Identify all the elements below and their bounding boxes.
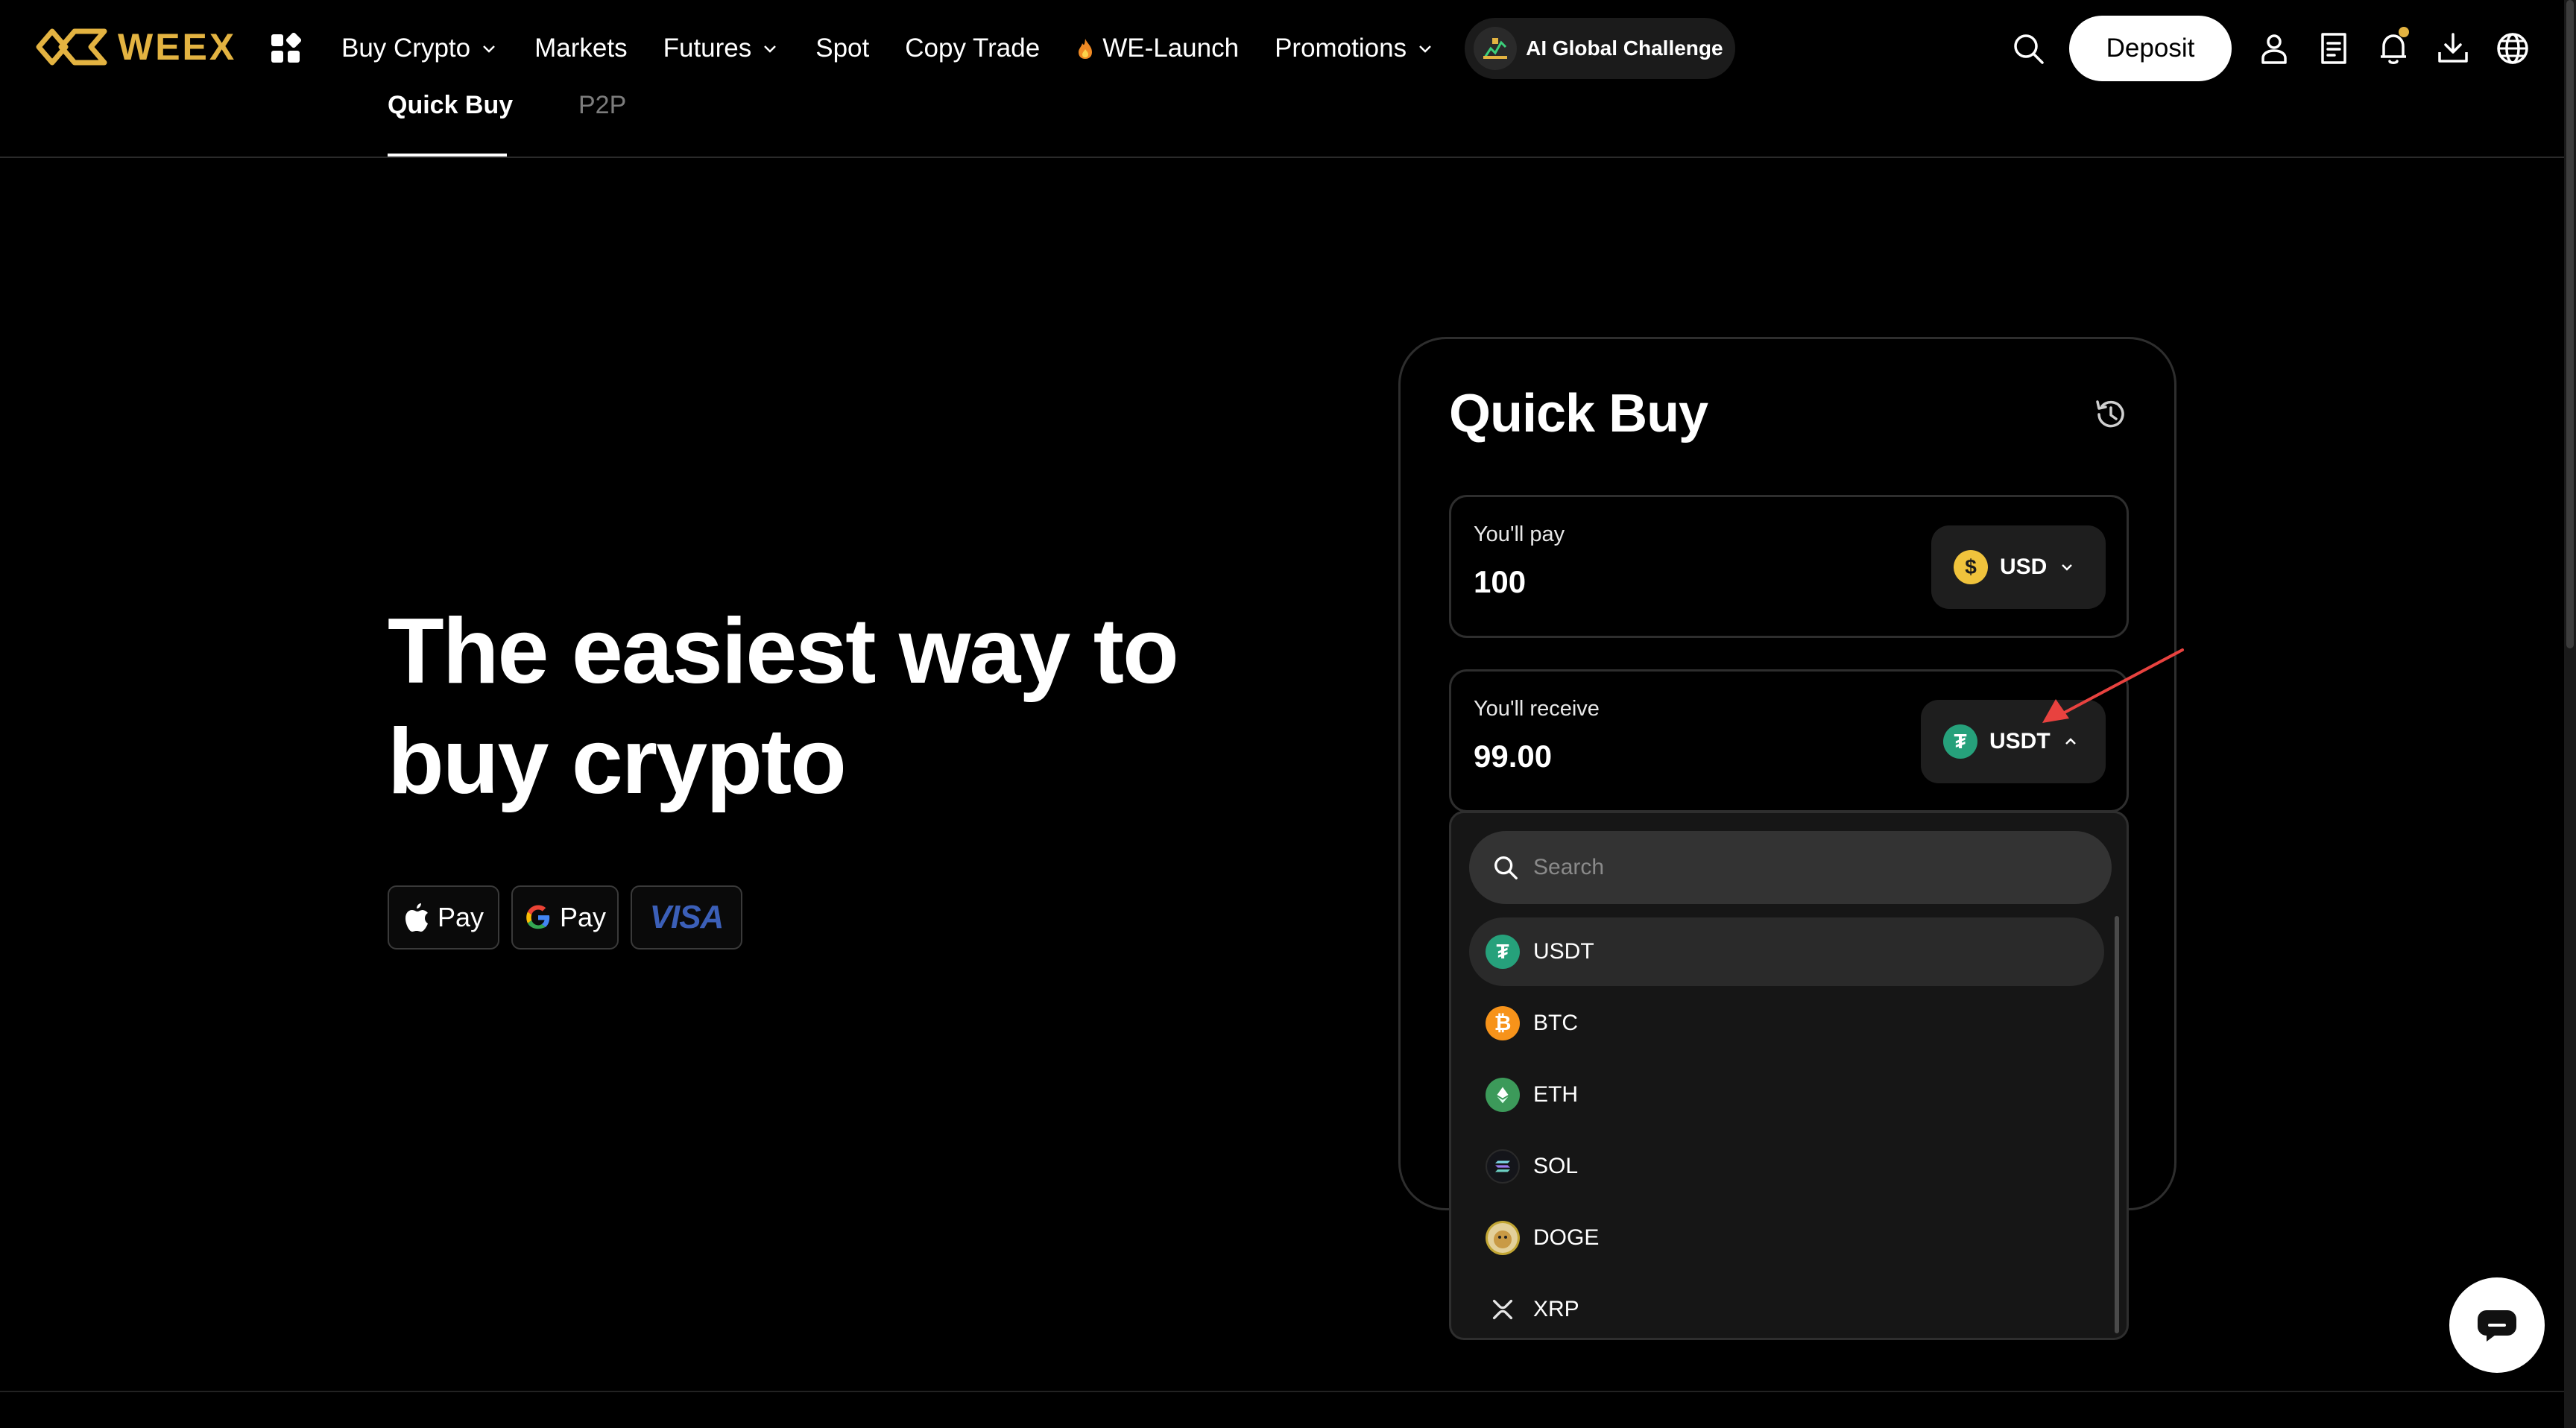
user-icon[interactable] bbox=[2257, 31, 2291, 66]
currency-dropdown: ₮ USDT ₿ BTC ETH SOL bbox=[1449, 811, 2129, 1340]
tab-quick-buy[interactable]: Quick Buy bbox=[388, 91, 513, 120]
google-pay-badge: Pay bbox=[511, 885, 619, 950]
receive-currency-code: USDT bbox=[1989, 729, 2051, 754]
tab-p2p[interactable]: P2P bbox=[578, 91, 626, 120]
apps-grid-icon[interactable] bbox=[270, 33, 301, 64]
quick-buy-title: Quick Buy bbox=[1449, 384, 1708, 443]
annotation-arrow bbox=[2042, 648, 2184, 723]
usdt-coin-icon: ₮ bbox=[1943, 724, 1977, 759]
xrp-coin-icon bbox=[1486, 1292, 1520, 1327]
nav-markets[interactable]: Markets bbox=[534, 34, 627, 63]
sub-tabs: Quick Buy P2P bbox=[0, 82, 2564, 158]
pay-label: You'll pay bbox=[1474, 522, 1565, 546]
apple-icon bbox=[405, 903, 428, 932]
google-pay-label: Pay bbox=[559, 902, 607, 932]
usdt-coin-icon: ₮ bbox=[1486, 935, 1520, 969]
currency-search-input[interactable] bbox=[1533, 855, 2085, 880]
nav-promotions[interactable]: Promotions bbox=[1275, 34, 1435, 63]
currency-symbol: DOGE bbox=[1533, 1225, 1600, 1250]
currency-symbol: BTC bbox=[1533, 1011, 1578, 1035]
page: WEEX Buy Crypto Markets Futures Spot Cop… bbox=[0, 0, 2576, 1428]
chevron-down-icon bbox=[483, 45, 496, 53]
nav-copy-trade-label: Copy Trade bbox=[905, 34, 1041, 63]
currency-symbol: SOL bbox=[1533, 1154, 1579, 1178]
globe-icon[interactable] bbox=[2496, 31, 2530, 66]
pay-currency-select[interactable]: $ USD bbox=[1931, 525, 2106, 609]
google-icon bbox=[526, 905, 550, 929]
search-icon[interactable] bbox=[2011, 31, 2045, 66]
currency-option-usdt[interactable]: ₮ USDT bbox=[1469, 917, 2104, 986]
chat-support-button[interactable] bbox=[2449, 1277, 2545, 1373]
pay-amount[interactable]: 100 bbox=[1474, 564, 1526, 600]
visa-logo: VISA bbox=[649, 899, 724, 935]
brand-name: WEEX bbox=[118, 26, 237, 68]
hero-title-line2: buy crypto bbox=[388, 710, 847, 813]
chat-bubble-icon bbox=[2478, 1310, 2516, 1342]
weex-logo[interactable]: WEEX bbox=[36, 22, 236, 72]
chevron-down-icon bbox=[764, 45, 777, 53]
receive-label: You'll receive bbox=[1474, 697, 1600, 721]
usd-coin-icon: $ bbox=[1954, 550, 1988, 584]
active-tab-indicator bbox=[388, 154, 507, 157]
weex-logo-icon bbox=[36, 28, 107, 66]
currency-option-btc[interactable]: ₿ BTC bbox=[1469, 989, 2104, 1058]
receive-amount: 99.00 bbox=[1474, 739, 1553, 774]
nav-futures[interactable]: Futures bbox=[663, 34, 780, 63]
sol-coin-icon bbox=[1486, 1149, 1520, 1184]
orders-icon[interactable] bbox=[2317, 31, 2351, 66]
nav-markets-label: Markets bbox=[534, 34, 628, 63]
payment-methods: Pay Pay VISA bbox=[388, 885, 742, 950]
nav-we-launch[interactable]: WE-Launch bbox=[1076, 34, 1239, 63]
flame-icon bbox=[1079, 39, 1093, 59]
nav-buy-crypto[interactable]: Buy Crypto bbox=[341, 34, 499, 63]
visa-badge: VISA bbox=[631, 885, 742, 950]
chevron-down-icon bbox=[2062, 564, 2073, 571]
download-icon[interactable] bbox=[2436, 31, 2470, 66]
nav-copy-trade[interactable]: Copy Trade bbox=[905, 34, 1040, 63]
hero-title: The easiest way to buy crypto bbox=[388, 596, 1282, 817]
history-icon[interactable] bbox=[2092, 395, 2130, 434]
section-divider bbox=[0, 1391, 2564, 1392]
btc-coin-icon: ₿ bbox=[1486, 1006, 1520, 1040]
nav-buy-crypto-label: Buy Crypto bbox=[341, 34, 471, 63]
chevron-down-icon bbox=[1419, 45, 1431, 53]
currency-symbol: XRP bbox=[1533, 1297, 1579, 1321]
page-scrollbar-thumb[interactable] bbox=[2566, 0, 2574, 648]
chevron-up-icon bbox=[2065, 738, 2076, 745]
currency-option-sol[interactable]: SOL bbox=[1469, 1132, 2104, 1201]
currency-symbol: USDT bbox=[1533, 939, 1594, 964]
nav-spot[interactable]: Spot bbox=[815, 34, 869, 63]
currency-option-eth[interactable]: ETH bbox=[1469, 1061, 2104, 1129]
ai-global-challenge-button[interactable]: AI Global Challenge bbox=[1465, 18, 1735, 79]
dropdown-scrollbar[interactable] bbox=[2115, 916, 2119, 1333]
apple-pay-badge: Pay bbox=[388, 885, 499, 950]
currency-option-doge[interactable]: DOGE bbox=[1469, 1204, 2104, 1272]
pay-field[interactable]: You'll pay 100 $ USD bbox=[1449, 495, 2129, 638]
trophy-icon bbox=[1474, 27, 1518, 70]
search-icon bbox=[1494, 856, 1518, 879]
deposit-button[interactable]: Deposit bbox=[2069, 16, 2232, 81]
nav-spot-label: Spot bbox=[815, 34, 870, 63]
nav-we-launch-label: WE-Launch bbox=[1102, 34, 1240, 63]
ai-global-challenge-label: AI Global Challenge bbox=[1526, 37, 1723, 60]
eth-coin-icon bbox=[1486, 1078, 1520, 1112]
pay-currency-code: USD bbox=[2000, 555, 2048, 579]
currency-option-xrp[interactable]: XRP bbox=[1469, 1275, 2104, 1338]
apple-pay-label: Pay bbox=[437, 902, 484, 932]
nav-promotions-label: Promotions bbox=[1275, 34, 1407, 63]
hero-title-line1: The easiest way to bbox=[388, 600, 1179, 703]
notification-dot bbox=[2399, 27, 2409, 37]
currency-symbol: ETH bbox=[1533, 1082, 1578, 1107]
currency-search[interactable] bbox=[1469, 831, 2112, 904]
nav-futures-label: Futures bbox=[663, 34, 752, 63]
doge-coin-icon bbox=[1486, 1221, 1520, 1255]
